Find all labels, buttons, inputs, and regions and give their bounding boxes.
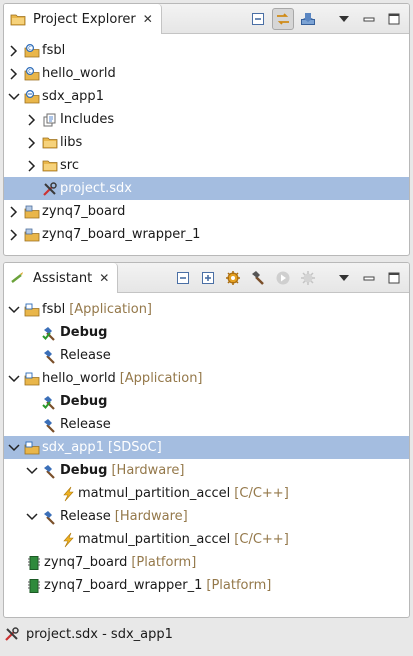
hardware-function-lightning-icon: [60, 486, 76, 502]
tree-item-sdx-app1[interactable]: sdx_app1: [4, 85, 409, 108]
view-menu-chevron-down-icon[interactable]: [333, 267, 355, 289]
assistant-tree: fsbl [Application] Debug Release hello_w…: [4, 294, 409, 617]
assistant-item-sdx-debug-accel[interactable]: matmul_partition_accel [C/C++]: [4, 482, 409, 505]
close-tab-icon[interactable]: ✕: [99, 271, 109, 285]
collapse-chevron-down-icon[interactable]: [8, 442, 20, 454]
assistant-item-sdx-debug[interactable]: Debug [Hardware]: [4, 459, 409, 482]
build-hammer-icon[interactable]: [247, 267, 269, 289]
c-project-icon: C: [24, 66, 40, 82]
tree-item-src[interactable]: src: [4, 154, 409, 177]
active-build-config-icon: [42, 325, 58, 341]
expand-chevron-right-icon[interactable]: [8, 228, 20, 241]
expand-chevron-right-icon[interactable]: [26, 113, 38, 126]
status-text: project.sdx - sdx_app1: [26, 626, 173, 642]
hardware-project-icon: [24, 204, 40, 220]
collapse-chevron-down-icon[interactable]: [8, 91, 20, 103]
assistant-item-hello-world-release[interactable]: Release: [4, 413, 409, 436]
expand-chevron-right-icon[interactable]: [26, 159, 38, 172]
assistant-view: Assistant ✕ fsbl [Application] Debug Rel…: [3, 262, 410, 618]
collapse-all-button[interactable]: [172, 267, 194, 289]
debug-gear-icon[interactable]: [297, 267, 319, 289]
assistant-item-fsbl-release[interactable]: Release: [4, 344, 409, 367]
assistant-item-fsbl-debug[interactable]: Debug: [4, 321, 409, 344]
expand-chevron-right-icon[interactable]: [8, 67, 20, 80]
active-build-config-icon: [42, 394, 58, 410]
assistant-item-hello-world[interactable]: hello_world [Application]: [4, 367, 409, 390]
assistant-item-zynq7-board-wrapper-1[interactable]: zynq7_board_wrapper_1 [Platform]: [4, 574, 409, 597]
import-projects-button[interactable]: [297, 8, 319, 30]
collapse-chevron-down-icon[interactable]: [26, 511, 38, 523]
sdx-project-icon: [24, 89, 40, 105]
assistant-item-sdx-release[interactable]: Release [Hardware]: [4, 505, 409, 528]
project-explorer-toolbar: [247, 4, 405, 34]
build-config-icon: [42, 417, 58, 433]
svg-text:C: C: [28, 46, 32, 52]
project-explorer-tree: C fsbl C hello_world sdx_app1 Includes l…: [4, 35, 409, 255]
minimize-view-button[interactable]: [358, 267, 380, 289]
hardware-project-icon: [24, 227, 40, 243]
collapse-all-button[interactable]: [247, 8, 269, 30]
assistant-title: Assistant: [33, 270, 93, 286]
collapse-chevron-down-icon[interactable]: [8, 373, 20, 385]
minimize-view-button[interactable]: [358, 8, 380, 30]
platform-icon: [26, 578, 42, 594]
assistant-tabbar: Assistant ✕: [4, 263, 409, 293]
assistant-item-hello-world-debug[interactable]: Debug: [4, 390, 409, 413]
hardware-function-lightning-icon: [60, 532, 76, 548]
maximize-view-button[interactable]: [383, 8, 405, 30]
tree-item-includes[interactable]: Includes: [4, 108, 409, 131]
folder-view-icon: [10, 11, 26, 27]
settings-gear-icon[interactable]: [222, 267, 244, 289]
assistant-icon: [10, 270, 26, 286]
tab-assistant[interactable]: Assistant ✕: [4, 263, 119, 293]
expand-chevron-right-icon[interactable]: [8, 44, 20, 57]
close-tab-icon[interactable]: ✕: [143, 12, 153, 26]
expand-chevron-right-icon[interactable]: [26, 136, 38, 149]
folder-icon: [42, 158, 58, 174]
build-config-icon: [42, 509, 58, 525]
assistant-item-sdx-release-accel[interactable]: matmul_partition_accel [C/C++]: [4, 528, 409, 551]
tree-item-project-sdx[interactable]: project.sdx: [4, 177, 409, 200]
assistant-item-fsbl[interactable]: fsbl [Application]: [4, 298, 409, 321]
project-explorer-title: Project Explorer: [33, 11, 136, 27]
expand-all-button[interactable]: [197, 267, 219, 289]
status-bar: project.sdx - sdx_app1: [0, 622, 413, 646]
tab-project-explorer[interactable]: Project Explorer ✕: [4, 4, 162, 34]
collapse-chevron-down-icon[interactable]: [8, 304, 20, 316]
tree-item-libs[interactable]: libs: [4, 131, 409, 154]
view-menu-chevron-down-icon[interactable]: [333, 8, 355, 30]
project-explorer-tabbar: Project Explorer ✕: [4, 4, 409, 34]
collapse-chevron-down-icon[interactable]: [26, 465, 38, 477]
tree-item-fsbl[interactable]: C fsbl: [4, 39, 409, 62]
expand-chevron-right-icon[interactable]: [8, 205, 20, 218]
tree-item-zynq7-board-wrapper-1[interactable]: zynq7_board_wrapper_1: [4, 223, 409, 246]
sdx-settings-icon: [42, 181, 58, 197]
project-explorer-view: Project Explorer ✕ C fsbl C hello_world …: [3, 3, 410, 256]
tree-item-hello-world[interactable]: C hello_world: [4, 62, 409, 85]
application-project-icon: [24, 302, 40, 318]
assistant-item-sdx-app1[interactable]: sdx_app1 [SDSoC]: [4, 436, 409, 459]
c-project-icon: C: [24, 43, 40, 59]
assistant-toolbar: [172, 263, 405, 293]
folder-icon: [42, 135, 58, 151]
sdx-settings-icon: [4, 626, 20, 642]
assistant-item-zynq7-board[interactable]: zynq7_board [Platform]: [4, 551, 409, 574]
build-config-icon: [42, 463, 58, 479]
tree-item-zynq7-board[interactable]: zynq7_board: [4, 200, 409, 223]
link-with-editor-button[interactable]: [272, 8, 294, 30]
includes-icon: [42, 112, 58, 128]
maximize-view-button[interactable]: [383, 267, 405, 289]
sdsoc-project-icon: [24, 440, 40, 456]
platform-icon: [26, 555, 42, 571]
run-icon[interactable]: [272, 267, 294, 289]
build-config-icon: [42, 348, 58, 364]
application-project-icon: [24, 371, 40, 387]
svg-text:C: C: [28, 69, 32, 75]
